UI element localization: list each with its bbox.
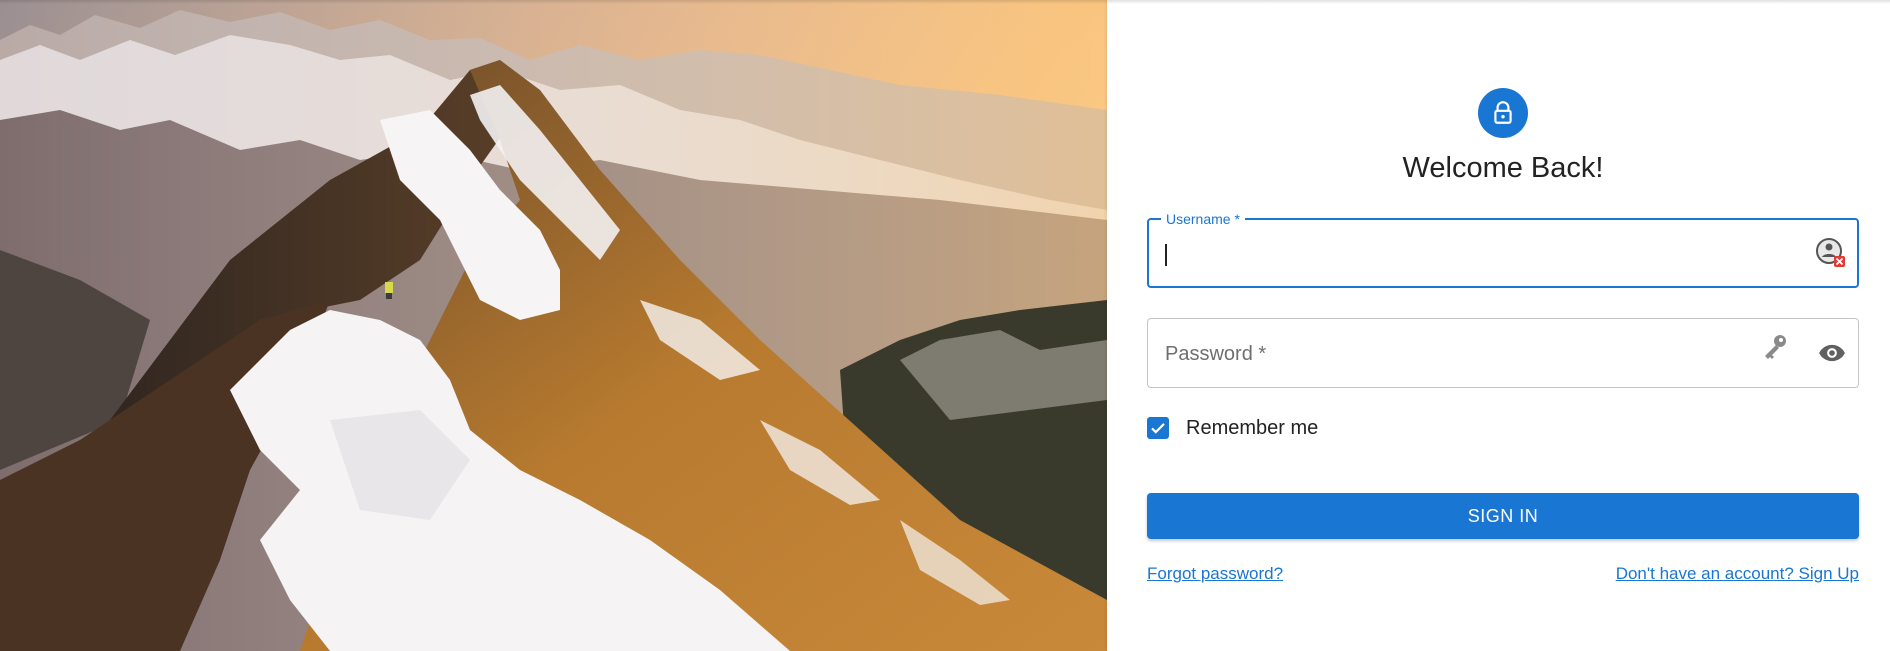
key-icon[interactable]: [1760, 332, 1790, 362]
login-form: Welcome Back! Username * Password * Reme…: [1147, 88, 1859, 584]
username-label: Username *: [1161, 211, 1245, 227]
login-page: Welcome Back! Username * Password * Reme…: [0, 0, 1890, 651]
remember-me-label: Remember me: [1186, 416, 1319, 439]
hero-image: [0, 0, 1107, 651]
auth-links: Forgot password? Don't have an account? …: [1147, 564, 1859, 584]
checkmark-icon: [1151, 423, 1165, 434]
forgot-password-link[interactable]: Forgot password?: [1147, 564, 1283, 584]
mountain-photo: [0, 0, 1107, 651]
remember-me-row[interactable]: Remember me: [1147, 413, 1859, 443]
sign-in-button[interactable]: SIGN IN: [1147, 493, 1859, 539]
eye-icon[interactable]: [1818, 339, 1846, 367]
password-label: Password *: [1165, 343, 1267, 365]
username-field[interactable]: Username *: [1147, 211, 1859, 288]
sign-up-link[interactable]: Don't have an account? Sign Up: [1616, 564, 1859, 584]
remember-me-checkbox[interactable]: [1147, 417, 1169, 439]
login-panel: Welcome Back! Username * Password * Reme…: [1107, 0, 1890, 651]
password-manager-icon[interactable]: [1815, 237, 1847, 269]
text-caret: [1165, 244, 1167, 266]
page-title: Welcome Back!: [1402, 152, 1604, 184]
lock-avatar: [1478, 88, 1528, 138]
lock-icon: [1494, 101, 1512, 124]
password-field[interactable]: Password *: [1147, 318, 1859, 388]
